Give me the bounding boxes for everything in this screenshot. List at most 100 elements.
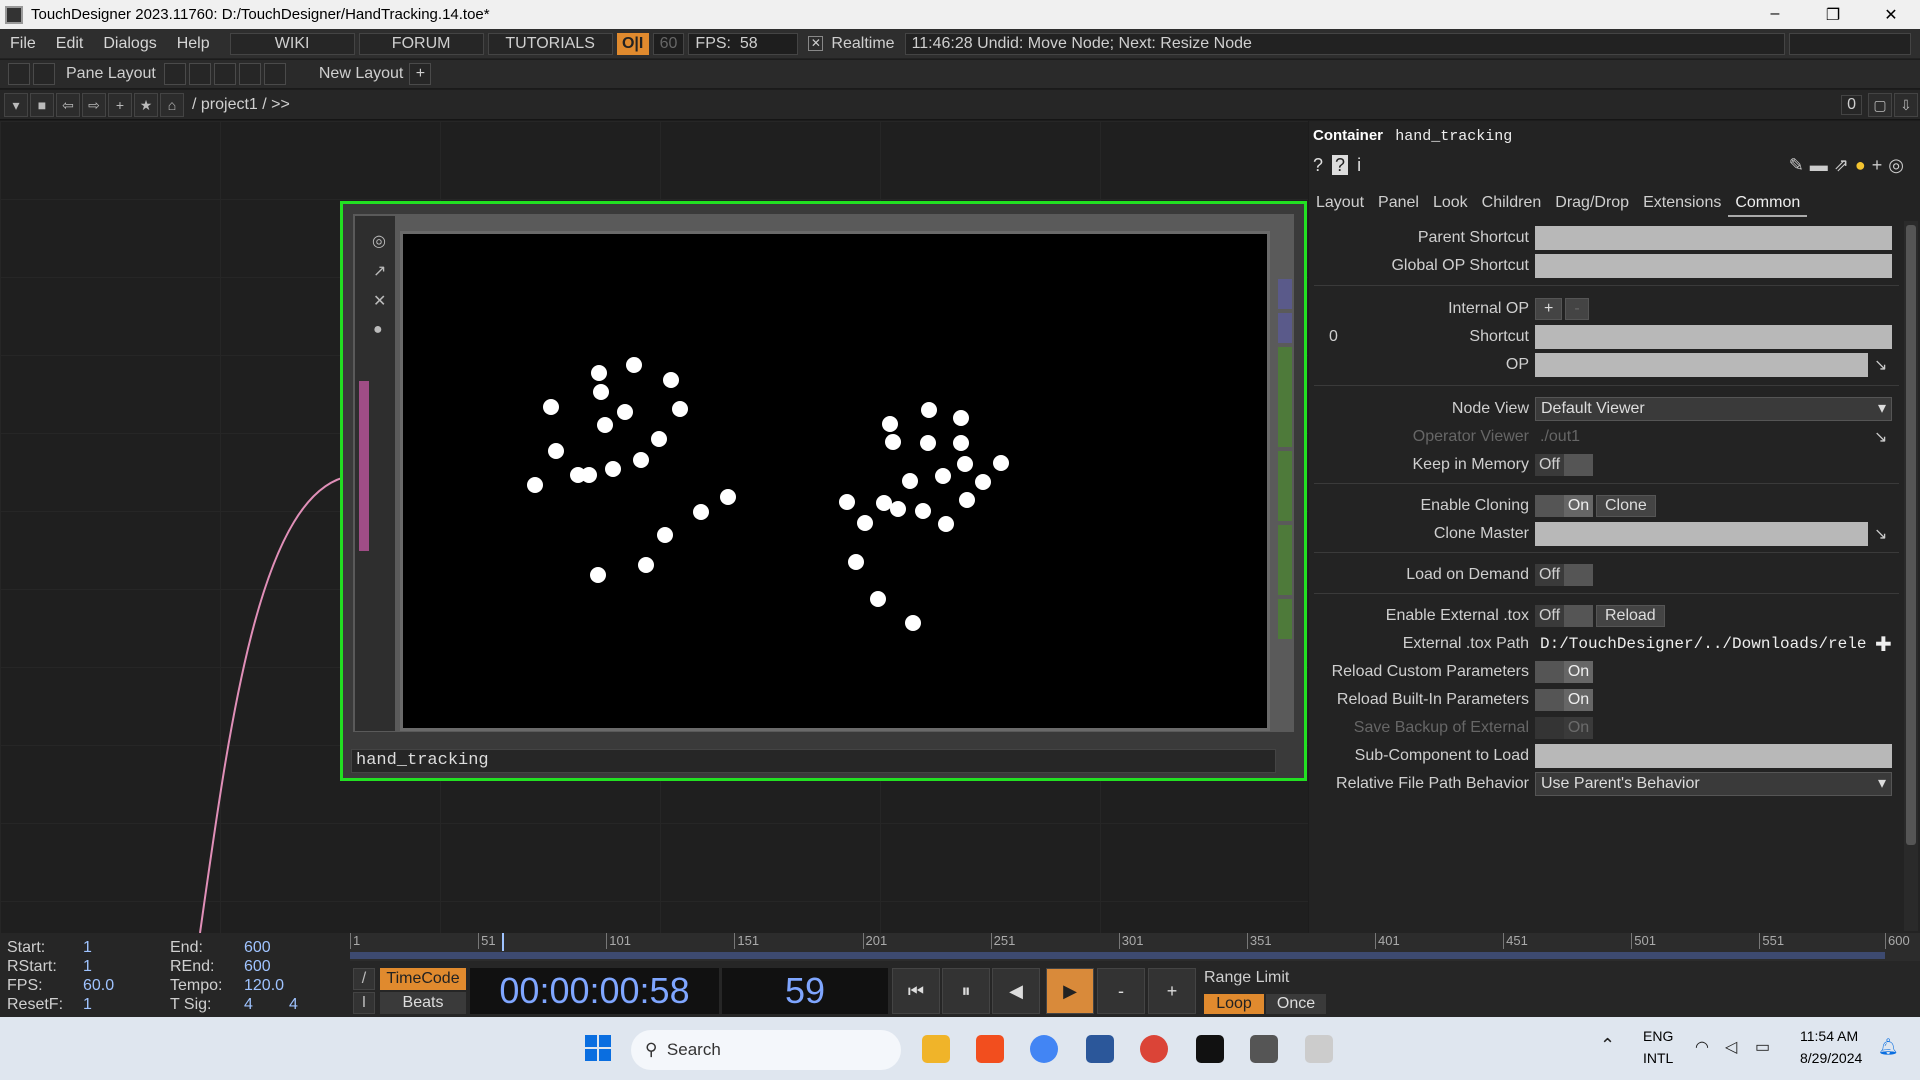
layout-single[interactable] <box>163 63 186 85</box>
close-button[interactable]: ✕ <box>1862 5 1920 25</box>
tray-chevron-icon[interactable]: ⌃ <box>1600 1035 1615 1056</box>
param-scroll-thumb[interactable] <box>1906 225 1916 845</box>
frame-display[interactable]: 59 <box>722 968 888 1014</box>
step-minus-button[interactable]: - <box>1097 968 1145 1014</box>
param-scrollbar[interactable] <box>1904 221 1918 931</box>
fps-cap[interactable]: 60 <box>652 32 685 55</box>
comment-icon[interactable]: ▬ <box>1810 155 1834 175</box>
stop-icon[interactable]: ■ <box>30 92 54 117</box>
lock-icon[interactable]: ● <box>373 321 383 339</box>
info-icon[interactable]: i <box>1357 155 1361 175</box>
oi-toggle[interactable]: O|I <box>616 32 649 55</box>
tutorials-button[interactable]: TUTORIALS <box>487 32 613 55</box>
node-view-menu[interactable]: Default Viewer ▾ <box>1535 397 1892 421</box>
tsig-denominator[interactable]: 4 <box>289 996 298 1014</box>
enable-cloning-toggle[interactable]: On <box>1535 495 1593 517</box>
beats-mode-icon[interactable]: I <box>353 992 375 1014</box>
chevron-down-icon[interactable]: ▾ <box>4 92 28 117</box>
realtime-checkbox[interactable]: ✕ <box>808 36 824 51</box>
tab-look[interactable]: Look <box>1426 191 1475 217</box>
keep-in-memory-toggle[interactable]: Off <box>1535 454 1593 476</box>
sub-component-field[interactable] <box>1535 744 1892 768</box>
menu-help[interactable]: Help <box>167 35 220 53</box>
relative-path-menu[interactable]: Use Parent's Behavior ▾ <box>1535 772 1892 796</box>
menu-edit[interactable]: Edit <box>46 35 94 53</box>
tab-children[interactable]: Children <box>1475 191 1549 217</box>
tab-extensions[interactable]: Extensions <box>1636 191 1728 217</box>
op-picker-icon[interactable]: ↘ <box>1874 355 1887 375</box>
load-on-demand-toggle[interactable]: Off <box>1535 564 1593 586</box>
figma-icon[interactable] <box>976 1035 1004 1063</box>
operator-viewer-value[interactable]: ./out1 <box>1535 428 1868 446</box>
hand-tracking-node[interactable]: ◎ ↗ ✕ ● hand_tracking <box>340 201 1307 781</box>
language-primary[interactable]: ENG <box>1643 1028 1673 1044</box>
tab-layout[interactable]: Layout <box>1309 191 1371 217</box>
beats-button[interactable]: Beats <box>380 992 466 1014</box>
export-icon[interactable]: ⇗ <box>1834 155 1855 175</box>
reload-custom-toggle[interactable]: On <box>1535 661 1593 683</box>
add-icon[interactable]: + <box>108 92 132 117</box>
internal-op-add[interactable]: + <box>1535 298 1563 320</box>
back-icon[interactable]: ⇦ <box>56 92 80 117</box>
start-value[interactable]: 1 <box>83 939 92 957</box>
edit-icon[interactable]: ✎ <box>1789 155 1810 175</box>
settings-icon[interactable]: ◎ <box>1888 155 1910 175</box>
pin-icon[interactable]: ⇩ <box>1894 92 1918 117</box>
play-icon[interactable]: ▶ <box>1046 968 1094 1014</box>
chrome-profile-icon[interactable] <box>1140 1035 1168 1063</box>
network-path[interactable]: / project1 / >> <box>192 96 290 114</box>
clock-time[interactable]: 11:54 AM <box>1800 1028 1858 1044</box>
step-back-icon[interactable]: ◀ <box>992 968 1040 1014</box>
step-plus-button[interactable]: + <box>1148 968 1196 1014</box>
save-backup-toggle[interactable]: On <box>1535 717 1593 739</box>
op-field[interactable] <box>1535 353 1868 377</box>
language-secondary[interactable]: INTL <box>1643 1050 1673 1066</box>
timeline-ruler[interactable]: 1 51 101 151 201 251 301 351 401 451 501 551 600 <box>350 933 1920 961</box>
star-icon[interactable]: ★ <box>134 92 158 117</box>
home-icon[interactable]: ⌂ <box>160 92 184 117</box>
menu-dialogs[interactable]: Dialogs <box>93 35 166 53</box>
minimize-button[interactable]: – <box>1746 5 1804 25</box>
notion-icon[interactable] <box>1196 1035 1224 1063</box>
node-name-field[interactable]: hand_tracking <box>351 749 1276 773</box>
enable-external-toggle[interactable]: Off <box>1535 605 1593 627</box>
add-param-icon[interactable]: + <box>1872 155 1889 175</box>
chrome-icon[interactable] <box>1030 1035 1058 1063</box>
new-layout-button[interactable]: + <box>409 63 432 85</box>
delete-icon[interactable]: ✕ <box>373 291 386 311</box>
wifi-icon[interactable]: ◠ <box>1695 1037 1709 1057</box>
shortcut-field[interactable] <box>1535 325 1892 349</box>
wiki-button[interactable]: WIKI <box>229 32 355 55</box>
once-button[interactable]: Once <box>1266 994 1326 1014</box>
windows-start-icon[interactable] <box>585 1035 611 1061</box>
tempo-value[interactable]: 120.0 <box>244 977 284 995</box>
volume-icon[interactable]: ◁ <box>1725 1037 1737 1057</box>
touchdesigner-taskbar-icon[interactable] <box>1250 1035 1278 1063</box>
rewind-icon[interactable]: ⏮ <box>892 968 940 1014</box>
global-op-shortcut-field[interactable] <box>1535 254 1892 278</box>
fps-value[interactable]: 60.0 <box>83 977 114 995</box>
layout-split-h[interactable] <box>213 63 236 85</box>
pane-icon-1[interactable] <box>8 63 30 85</box>
timecode-mode-icon[interactable]: / <box>353 968 375 990</box>
loop-button[interactable]: Loop <box>1204 994 1264 1014</box>
rstart-value[interactable]: 1 <box>83 958 92 976</box>
clock-date[interactable]: 8/29/2024 <box>1800 1050 1862 1066</box>
clone-button[interactable]: Clone <box>1596 495 1656 517</box>
external-path-field[interactable]: D:/TouchDesigner/../Downloads/rele <box>1535 635 1875 653</box>
notification-icon[interactable]: 🔔︎ <box>1878 1037 1898 1057</box>
battery-icon[interactable]: ▭ <box>1755 1037 1770 1057</box>
maximize-pane-icon[interactable]: ▢ <box>1868 92 1892 117</box>
timeline-range-bar[interactable] <box>350 952 1885 959</box>
python-help-icon[interactable]: ? <box>1332 155 1349 175</box>
file-explorer-icon[interactable] <box>922 1035 950 1063</box>
tab-dragdrop[interactable]: Drag/Drop <box>1548 191 1636 217</box>
end-value[interactable]: 600 <box>244 939 271 957</box>
layout-four[interactable] <box>263 63 286 85</box>
parent-shortcut-field[interactable] <box>1535 226 1892 250</box>
maximize-button[interactable]: ❐ <box>1804 5 1862 25</box>
add-path-icon[interactable]: ✚ <box>1875 632 1892 657</box>
reload-builtin-toggle[interactable]: On <box>1535 689 1593 711</box>
forum-button[interactable]: FORUM <box>358 32 484 55</box>
reload-button[interactable]: Reload <box>1596 605 1665 627</box>
